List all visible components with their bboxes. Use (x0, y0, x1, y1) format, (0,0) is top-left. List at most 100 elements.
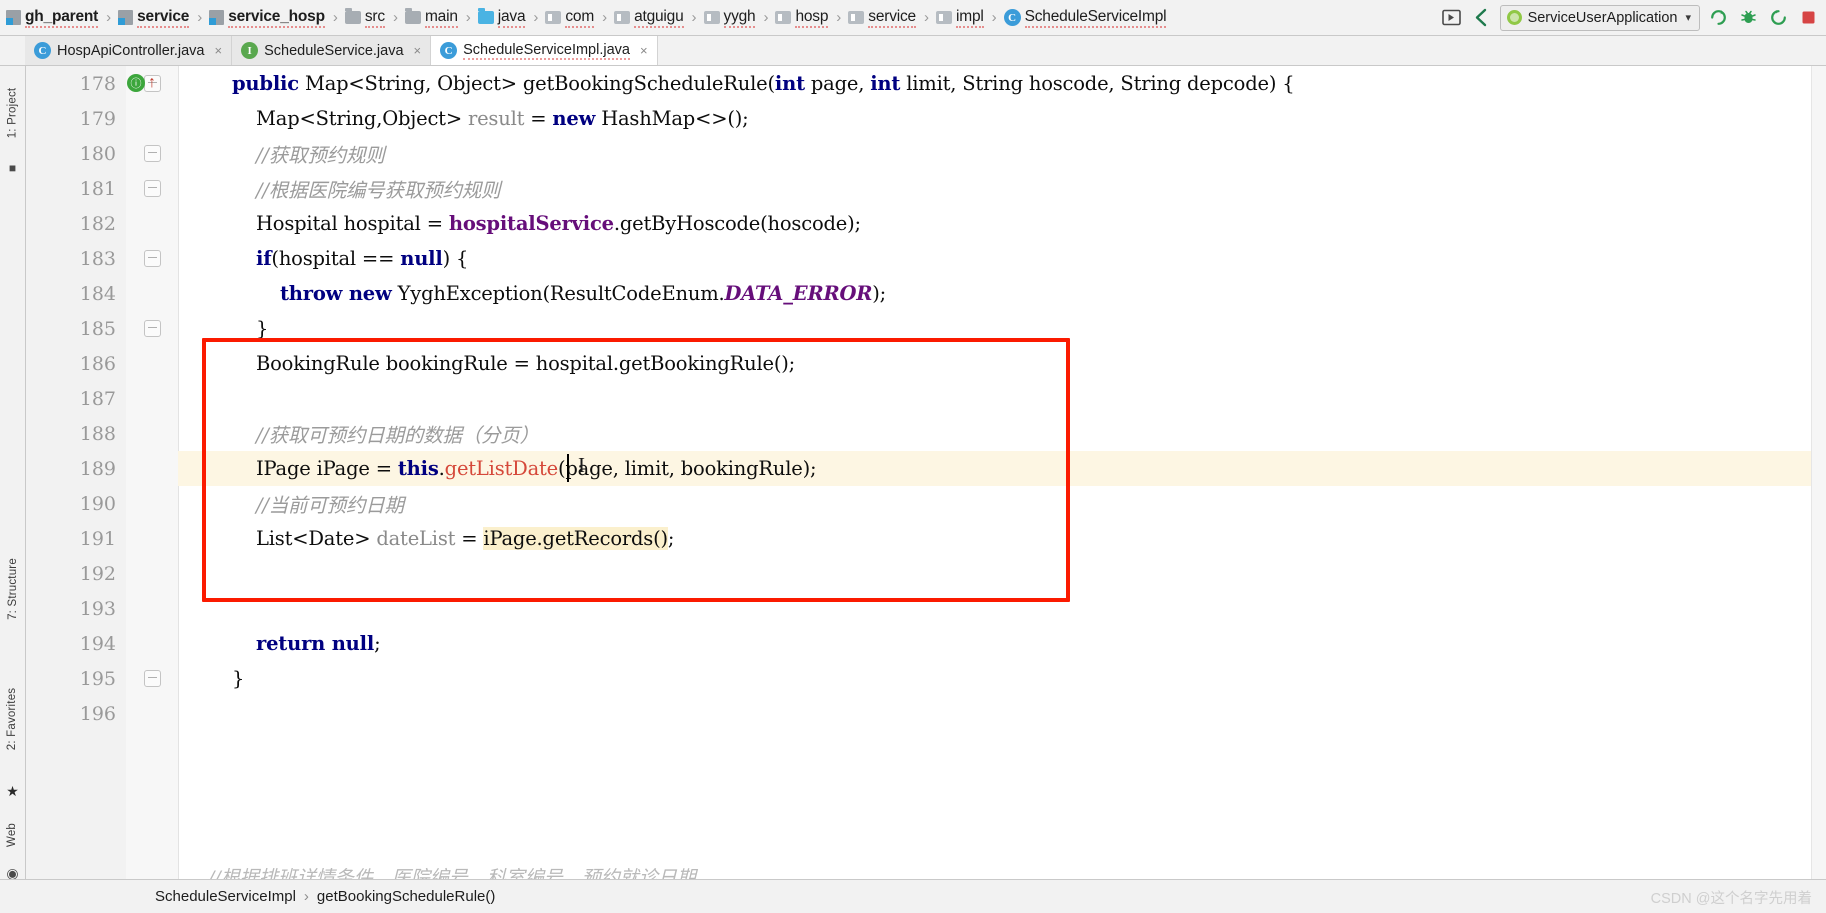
fold-column[interactable] (126, 320, 178, 337)
code-line[interactable]: 186 BookingRule bookingRule = hospital.g… (26, 346, 1826, 381)
breadcrumb-item-service[interactable]: service (846, 0, 918, 35)
breadcrumb-item-service[interactable]: service (116, 0, 191, 35)
source-folder-icon (477, 8, 494, 24)
code-line[interactable]: 185 } (26, 311, 1826, 346)
code-line[interactable]: 194 return null; (26, 626, 1826, 661)
breadcrumb-item-java[interactable]: java (476, 0, 528, 35)
code-line[interactable]: 189 IPage iPage = this.getListDate(page,… (26, 451, 1826, 486)
tool-window-web[interactable]: Web (0, 808, 25, 862)
code-line[interactable]: 187 (26, 381, 1826, 416)
run-configuration-selector[interactable]: ServiceUserApplication ▾ (1499, 4, 1700, 31)
fold-column[interactable] (126, 180, 178, 197)
line-number: 193 (79, 597, 116, 620)
breadcrumb-item-com[interactable]: com (543, 0, 596, 35)
breadcrumb-item-main[interactable]: main (403, 0, 460, 35)
folder-icon (344, 8, 361, 24)
navigation-bar: gh_parent › service › service_hosp › src › main ›… (0, 0, 1826, 36)
fold-column[interactable] (126, 670, 178, 687)
tool-window-favorites[interactable]: 2: Favorites (0, 656, 25, 781)
editor-tab-scheduleservice[interactable]: I ScheduleService.java × (232, 36, 432, 65)
breadcrumb-item-src[interactable]: src (343, 0, 387, 35)
breadcrumb-item-impl[interactable]: impl (934, 0, 986, 35)
run-toolbar: ServiceUserApplication ▾ (1440, 4, 1826, 31)
code-line[interactable]: 181 //根据医院编号获取预约规则 (26, 171, 1826, 206)
code-line[interactable]: 183 if(hospital == null) { (26, 241, 1826, 276)
code-line[interactable]: 178 public Map<String, Object> getBookin… (26, 66, 1826, 101)
favorites-star-icon[interactable]: ★ (5, 783, 20, 799)
fold-toggle-icon[interactable] (143, 145, 161, 162)
line-number: 180 (79, 142, 116, 165)
code-editor[interactable]: 178 public Map<String, Object> getBookin… (26, 66, 1826, 879)
code-line[interactable]: 182 Hospital hospital = hospitalService.… (26, 206, 1826, 241)
tool-window-project[interactable]: 1: Project (0, 70, 25, 156)
code-line[interactable]: 179 Map<String,Object> result = new Hash… (26, 101, 1826, 136)
run-gutter-icon[interactable]: ⓘ (127, 74, 145, 92)
breadcrumb-item-label: atguigu (634, 8, 684, 28)
java-class-icon: C (440, 42, 458, 59)
fold-toggle-icon[interactable] (143, 250, 161, 267)
breadcrumb-separator-icon: › (836, 9, 842, 26)
breadcrumb-item-scheduleserviceimpl[interactable]: C ScheduleServiceImpl (1002, 0, 1169, 35)
code-line-text: } (256, 317, 269, 340)
fold-toggle-icon[interactable] (143, 670, 161, 687)
code-line-text: return null; (256, 632, 381, 655)
line-number: 196 (79, 702, 116, 725)
rerun-icon[interactable] (1766, 6, 1790, 30)
module-icon (6, 10, 21, 25)
breadcrumb-item-hosp[interactable]: hosp (773, 0, 830, 35)
breadcrumb-separator-icon: › (691, 9, 697, 26)
breadcrumb-item-label: hosp (795, 8, 828, 28)
breadcrumb-item-label: service (868, 8, 916, 28)
breadcrumb-item-yygh[interactable]: yygh (702, 0, 758, 35)
code-line-text: Hospital hospital = hospitalService.getB… (256, 212, 861, 235)
line-number: 188 (79, 422, 116, 445)
code-line[interactable]: 196 (26, 696, 1826, 731)
code-line-text: if(hospital == null) { (256, 247, 469, 270)
fold-toggle-icon[interactable] (143, 180, 161, 197)
close-icon[interactable]: × (640, 43, 648, 58)
code-line[interactable]: 193 (26, 591, 1826, 626)
preview-layout-icon[interactable] (1440, 6, 1464, 30)
breadcrumb-class[interactable]: ScheduleServiceImpl (155, 888, 296, 905)
stop-icon[interactable] (1796, 6, 1820, 30)
fold-toggle-icon[interactable] (143, 320, 161, 337)
line-number: 184 (79, 282, 116, 305)
code-line[interactable]: 195 } (26, 661, 1826, 696)
method-breadcrumb[interactable]: ScheduleServiceImpl › getBookingSchedule… (25, 888, 495, 905)
code-line[interactable]: 184 throw new YyghException(ResultCodeEn… (26, 276, 1826, 311)
breadcrumb-method[interactable]: getBookingScheduleRule() (317, 888, 495, 905)
close-icon[interactable]: × (215, 43, 223, 58)
module-icon (209, 10, 225, 25)
debug-icon[interactable] (1736, 6, 1760, 30)
run-icon[interactable] (1706, 6, 1730, 30)
code-line[interactable]: 188 //获取可预约日期的数据（分页） (26, 416, 1826, 451)
fold-column[interactable] (126, 145, 178, 162)
breadcrumb-item-label: ScheduleServiceImpl (1024, 8, 1167, 28)
code-line-text (178, 387, 214, 410)
editor-tab-scheduleserviceimpl[interactable]: C ScheduleServiceImpl.java × (431, 36, 658, 65)
tool-window-structure-label: 7: Structure (6, 557, 19, 620)
structure-thumb-icon[interactable]: ■ (5, 160, 20, 175)
code-line[interactable]: 180 //获取预约规则 (26, 136, 1826, 171)
back-arrow-icon[interactable] (1470, 6, 1494, 30)
implements-gutter-icon[interactable]: ↑ (148, 73, 158, 93)
editor-tab-hospapicontroller[interactable]: C HospApiController.java × (25, 36, 233, 65)
editor-scrollbar[interactable] (1811, 66, 1826, 879)
java-class-icon: C (34, 42, 51, 59)
tool-window-structure[interactable]: 7: Structure (0, 536, 25, 641)
code-line[interactable]: 192 (26, 556, 1826, 591)
package-icon (775, 11, 792, 24)
close-icon[interactable]: × (414, 43, 422, 58)
line-number: 189 (79, 457, 116, 480)
code-line[interactable]: 190 //当前可预约日期 (26, 486, 1826, 521)
code-line-text (178, 702, 214, 725)
breadcrumb-item-gh-parent[interactable]: gh_parent (4, 0, 100, 35)
fold-column[interactable] (126, 250, 178, 267)
breadcrumb-item-service-hosp[interactable]: service_hosp (207, 0, 327, 35)
line-number: 195 (79, 667, 116, 690)
code-line[interactable]: 191 List<Date> dateList = iPage.getRecor… (26, 521, 1826, 556)
breadcrumb-item-label: src (364, 8, 385, 28)
code-content[interactable]: 178 public Map<String, Object> getBookin… (26, 66, 1826, 879)
editor-tab-label: ScheduleService.java (264, 42, 404, 59)
breadcrumb-item-atguigu[interactable]: atguigu (612, 0, 685, 35)
